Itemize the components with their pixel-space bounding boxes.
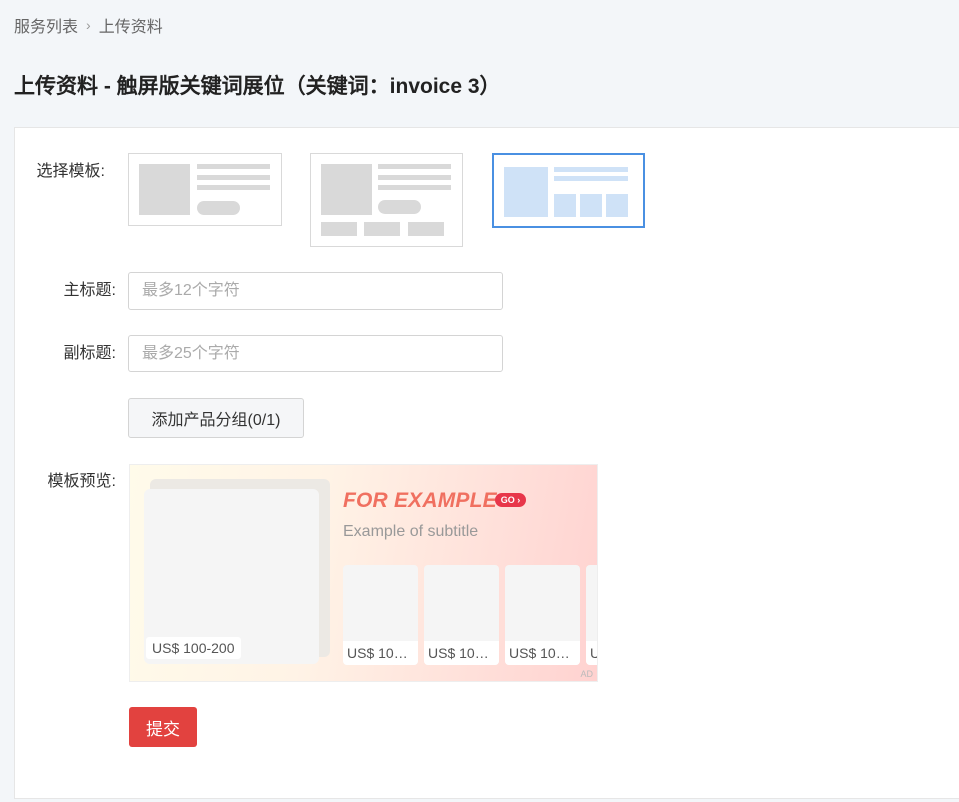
template-label: 选择模板:: [36, 163, 105, 180]
template-option-2[interactable]: [310, 153, 463, 247]
template-line: [197, 185, 270, 190]
template-line: [378, 175, 451, 180]
preview-product-price: US$ 100…: [343, 641, 418, 665]
template-line: [197, 175, 270, 180]
preview-label: 模板预览:: [47, 473, 116, 490]
template-option-3[interactable]: [492, 153, 645, 228]
subtitle-input[interactable]: [128, 335, 503, 372]
template-preview: US$ 100-200 FOR EXAMPLE GO › Example of …: [129, 464, 598, 682]
template-product-placeholder: [580, 194, 602, 217]
go-badge: GO ›: [495, 493, 526, 507]
template-line: [554, 167, 628, 172]
form-panel: 选择模板: 主标题: 副标题: 添加产品分组(0/1) 模板预览: US: [14, 127, 959, 799]
preview-product: US$ 100…: [343, 565, 418, 665]
preview-product: US$ 100…: [505, 565, 580, 665]
template-product-placeholder: [554, 194, 576, 217]
template-option-1[interactable]: [128, 153, 282, 226]
preview-product-price: US$ 100…: [424, 641, 499, 665]
page-title: 上传资料 - 触屏版关键词展位（关键词：invoice 3）: [14, 75, 501, 98]
preview-subtitle: Example of subtitle: [343, 523, 479, 540]
preview-product: U: [586, 565, 597, 665]
template-line: [378, 164, 451, 169]
template-image-placeholder: [321, 164, 372, 215]
breadcrumb-upload: 上传资料: [98, 19, 163, 36]
template-image-placeholder: [139, 164, 190, 215]
submit-button[interactable]: 提交: [129, 707, 197, 747]
template-product-placeholder: [606, 194, 628, 217]
preview-product-price: U: [586, 641, 597, 665]
breadcrumb: 服务列表 › 上传资料: [14, 14, 163, 36]
breadcrumb-service-list[interactable]: 服务列表: [14, 13, 78, 37]
template-line: [554, 176, 628, 181]
template-image-placeholder: [504, 167, 548, 217]
preview-product-price: US$ 100…: [505, 641, 580, 665]
chevron-right-icon: ›: [86, 17, 91, 33]
template-line: [378, 185, 451, 190]
preview-main-price: US$ 100-200: [146, 637, 241, 659]
ad-label: AD: [580, 669, 593, 679]
template-product-placeholder: [408, 222, 444, 236]
main-title-input[interactable]: [128, 272, 503, 310]
template-button-placeholder: [378, 200, 421, 214]
main-title-label: 主标题:: [63, 282, 116, 299]
template-product-placeholder: [364, 222, 400, 236]
template-line: [197, 164, 270, 169]
add-product-group-button[interactable]: 添加产品分组(0/1): [128, 398, 304, 438]
preview-headline: FOR EXAMPLE: [343, 489, 497, 512]
template-button-placeholder: [197, 201, 240, 215]
subtitle-label: 副标题:: [63, 345, 116, 362]
template-product-placeholder: [321, 222, 357, 236]
preview-product: US$ 100…: [424, 565, 499, 665]
